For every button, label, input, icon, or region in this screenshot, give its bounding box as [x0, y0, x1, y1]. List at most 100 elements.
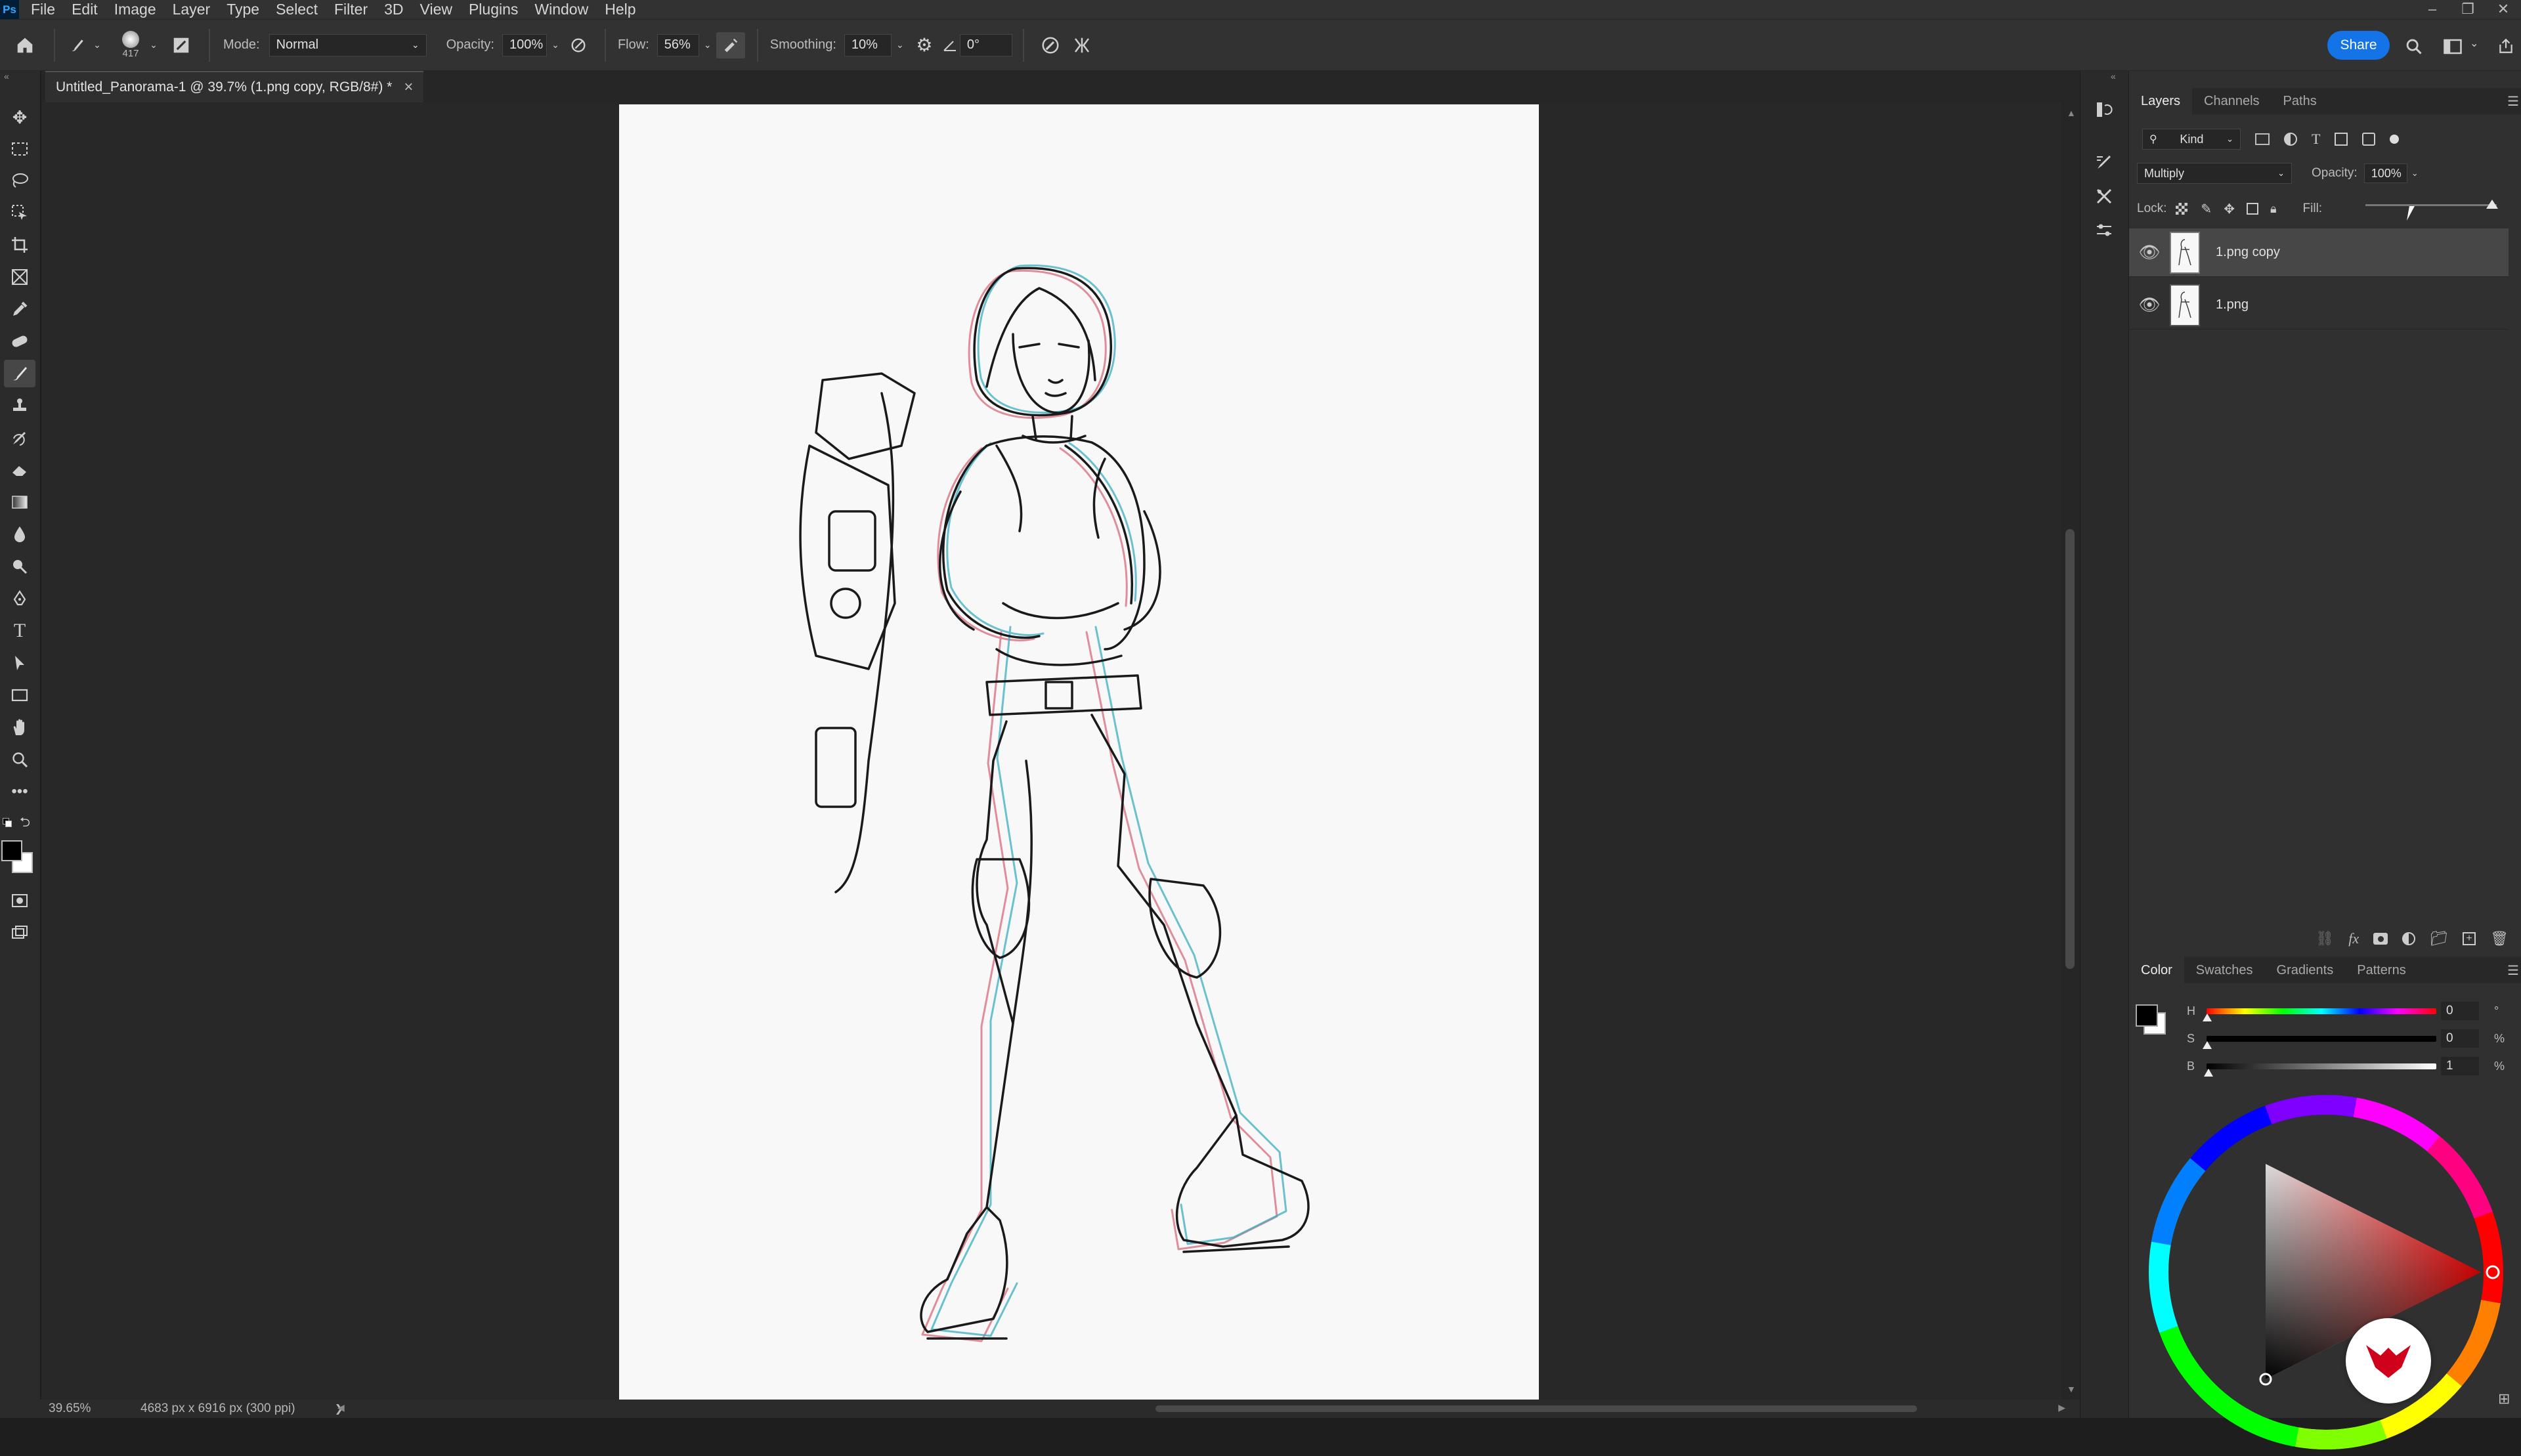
path-selection-tool-icon[interactable]	[4, 649, 35, 677]
visibility-eye-icon[interactable]: 👁︎	[2129, 295, 2170, 315]
chevron-down-icon[interactable]: ⌄	[2411, 168, 2419, 179]
layer-style-icon[interactable]: fx	[2348, 930, 2359, 947]
saturation-value[interactable]: 0	[2441, 1029, 2479, 1048]
link-layers-icon[interactable]: ⛓︎	[2316, 930, 2334, 947]
pressure-size-icon[interactable]	[1035, 35, 1066, 55]
minimize-button[interactable]: –	[2415, 0, 2450, 19]
vertical-scrollbar[interactable]: ▲ ▼	[2061, 102, 2080, 1400]
tool-presets-icon[interactable]	[2088, 182, 2120, 210]
blur-tool-icon[interactable]	[4, 521, 35, 548]
tab-paths[interactable]: Paths	[2272, 88, 2329, 114]
menu-3d[interactable]: 3D	[384, 1, 403, 18]
adjustments-icon[interactable]	[2088, 217, 2120, 244]
marquee-tool-icon[interactable]	[4, 135, 35, 163]
panel-menu-icon[interactable]: ☰	[2507, 93, 2519, 110]
healing-brush-tool-icon[interactable]	[4, 328, 35, 355]
scroll-up-icon[interactable]: ▲	[2067, 108, 2076, 118]
filter-shape-icon[interactable]	[2335, 133, 2348, 146]
gradient-tool-icon[interactable]	[4, 488, 35, 516]
hue-slider-thumb[interactable]	[2203, 1014, 2212, 1021]
move-tool-icon[interactable]: ✥	[4, 104, 35, 131]
history-panel-icon[interactable]	[2088, 96, 2120, 123]
scroll-right-icon[interactable]: ▶	[2058, 1402, 2065, 1413]
hue-value[interactable]: 0	[2441, 1002, 2479, 1020]
menu-view[interactable]: View	[420, 1, 452, 18]
eyedropper-tool-icon[interactable]	[4, 295, 35, 323]
clone-stamp-tool-icon[interactable]	[4, 392, 35, 419]
history-brush-tool-icon[interactable]	[4, 424, 35, 452]
restore-button[interactable]: ❐	[2450, 0, 2486, 19]
menu-plugins[interactable]: Plugins	[469, 1, 518, 18]
close-tab-icon[interactable]: ×	[404, 78, 413, 96]
swap-colors-icon[interactable]: ⮌	[20, 813, 30, 835]
tab-layers[interactable]: Layers	[2129, 88, 2193, 114]
blend-mode-select[interactable]: Multiply ⌄	[2137, 163, 2292, 184]
fill-slider-track[interactable]	[2365, 204, 2497, 206]
lock-transparent-icon[interactable]	[2176, 203, 2188, 215]
search-icon[interactable]	[2403, 35, 2425, 58]
chevron-down-icon[interactable]: ⌄	[147, 39, 160, 51]
collapse-toolbar-icon[interactable]: «	[4, 71, 9, 81]
lock-position-icon[interactable]: ✥	[2224, 201, 2235, 217]
vertical-scroll-thumb[interactable]	[2065, 529, 2075, 969]
gear-icon[interactable]: ⚙	[909, 34, 940, 56]
pressure-opacity-icon[interactable]	[564, 36, 593, 54]
visibility-eye-icon[interactable]: 👁︎	[2129, 242, 2170, 263]
new-group-icon[interactable]: 📁︎	[2430, 930, 2448, 947]
layer-opacity-field[interactable]: 100%	[2363, 163, 2407, 183]
frame-tool-icon[interactable]	[4, 263, 35, 291]
angle-field[interactable]: 0°	[959, 33, 1012, 56]
saturation-slider[interactable]	[2207, 1036, 2436, 1042]
pen-tool-icon[interactable]	[4, 585, 35, 612]
flow-field[interactable]: 56%	[657, 33, 699, 56]
more-tools-icon[interactable]: •••	[4, 778, 35, 805]
scroll-down-icon[interactable]: ▼	[2067, 1384, 2076, 1394]
tab-patterns[interactable]: Patterns	[2345, 957, 2417, 983]
brush-tool-preset-icon[interactable]	[64, 37, 91, 54]
chevron-down-icon[interactable]: ⌄	[547, 39, 564, 51]
hand-tool-icon[interactable]	[4, 714, 35, 741]
brush-settings-panel-icon[interactable]	[167, 35, 196, 55]
scroll-left-icon[interactable]: ◀	[337, 1402, 345, 1413]
rectangle-tool-icon[interactable]	[4, 681, 35, 709]
symmetry-icon[interactable]	[1066, 35, 1098, 55]
hue-slider[interactable]	[2207, 1008, 2436, 1014]
filter-toggle-icon[interactable]	[2390, 135, 2400, 144]
new-layer-icon[interactable]: +	[2463, 932, 2476, 945]
menu-filter[interactable]: Filter	[334, 1, 368, 18]
brush-tool-icon[interactable]	[4, 360, 35, 387]
workspace-icon[interactable]	[2440, 35, 2466, 58]
document-canvas[interactable]	[619, 104, 1539, 1400]
brightness-slider[interactable]	[2207, 1063, 2436, 1069]
zoom-tool-icon[interactable]	[4, 746, 35, 773]
filter-pixel-icon[interactable]	[2255, 133, 2270, 145]
dodge-tool-icon[interactable]	[4, 553, 35, 580]
saturation-slider-thumb[interactable]	[2203, 1041, 2212, 1049]
brightness-slider-thumb[interactable]	[2204, 1069, 2213, 1077]
lasso-tool-icon[interactable]	[4, 167, 35, 194]
crop-tool-icon[interactable]	[4, 231, 35, 259]
share-button[interactable]: Share	[2327, 31, 2390, 60]
tab-swatches[interactable]: Swatches	[2184, 957, 2265, 983]
horizontal-scrollbar[interactable]: ◀ ▶	[335, 1400, 2068, 1418]
layer-row-1-png-copy[interactable]: 👁︎ 1.png copy	[2129, 228, 2509, 277]
menu-file[interactable]: File	[31, 1, 55, 18]
chevron-down-icon[interactable]: ⌄	[699, 39, 716, 51]
fill-slider-thumb[interactable]	[2486, 200, 2498, 209]
brightness-value[interactable]: 1	[2441, 1057, 2479, 1075]
menu-type[interactable]: Type	[226, 1, 259, 18]
foreground-color-swatch[interactable]	[1, 840, 22, 861]
filter-type-icon[interactable]: T	[2312, 131, 2320, 148]
menu-window[interactable]: Window	[534, 1, 588, 18]
menu-edit[interactable]: Edit	[72, 1, 98, 18]
panel-menu-icon[interactable]: ☰	[2507, 962, 2519, 979]
menu-help[interactable]: Help	[605, 1, 636, 18]
adjustment-layer-icon[interactable]	[2402, 932, 2416, 945]
object-selection-tool-icon[interactable]	[4, 199, 35, 226]
tab-gradients[interactable]: Gradients	[2265, 957, 2346, 983]
lock-artboard-icon[interactable]	[2246, 203, 2258, 215]
type-tool-icon[interactable]: T	[4, 617, 35, 645]
brush-settings-icon[interactable]	[2088, 148, 2120, 176]
foreground-color-chip[interactable]	[2136, 1004, 2158, 1027]
share-document-icon[interactable]	[2495, 34, 2517, 58]
